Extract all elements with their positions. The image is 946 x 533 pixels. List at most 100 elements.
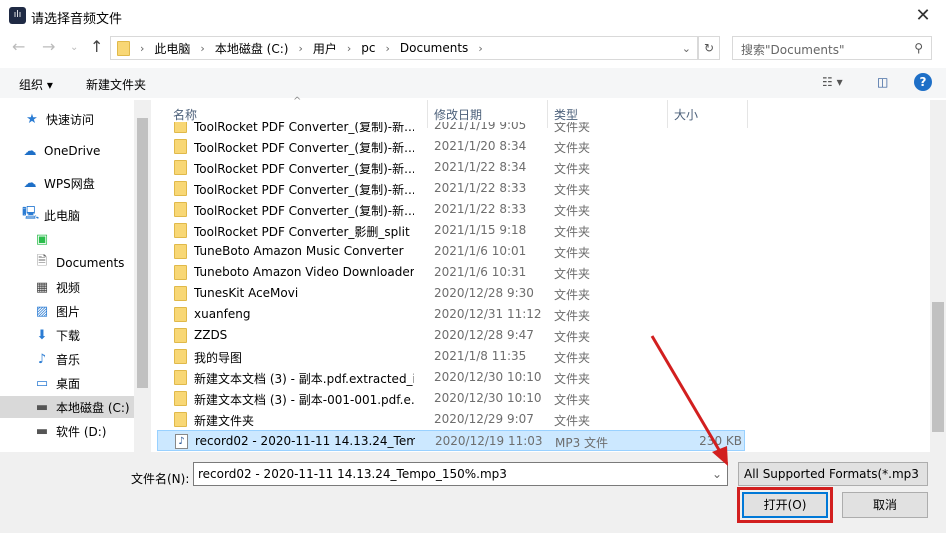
file-row[interactable]: xuanfeng 2020/12/31 11:12 文件夹: [157, 304, 745, 325]
folder-icon: [117, 40, 130, 56]
file-type: 文件夹: [554, 393, 591, 407]
file-name: 新建文件夹: [194, 414, 255, 428]
file-name: ZZDS: [194, 328, 228, 342]
file-row[interactable]: TuneBoto Amazon Music Converter 2021/1/6 …: [157, 241, 745, 262]
up-button[interactable]: ↑: [90, 37, 103, 56]
file-date: 2021/1/22 8:34: [434, 160, 527, 174]
nav-item-label: WPS网盘: [44, 176, 95, 191]
file-type: 文件夹: [554, 414, 591, 428]
app-icon: ılı: [9, 7, 26, 24]
file-row[interactable]: TunesKit AceMovi 2020/12/28 9:30 文件夹: [157, 283, 745, 304]
folder-icon: [174, 349, 187, 364]
nav-item[interactable]: ▣: [0, 228, 134, 250]
file-row[interactable]: ToolRocket PDF Converter_(复制)-新... 2021/1…: [157, 157, 745, 178]
file-row[interactable]: 新建文本文档 (3) - 副本.pdf.extracted_i... 2020/1…: [157, 367, 745, 388]
search-input[interactable]: 搜索"Documents" ⚲: [732, 36, 932, 60]
folder-icon: [174, 328, 187, 343]
file-row[interactable]: ZZDS 2020/12/28 9:47 文件夹: [157, 325, 745, 346]
forward-button[interactable]: →: [42, 37, 55, 56]
folder-icon: [174, 391, 187, 406]
back-button[interactable]: ←: [12, 37, 25, 56]
open-button[interactable]: 打开(O): [737, 487, 833, 523]
nav-scrollbar-thumb[interactable]: [137, 118, 148, 388]
cancel-button[interactable]: 取消: [842, 492, 928, 518]
nav-item[interactable]: ▦ 视频: [0, 276, 134, 298]
breadcrumb-item[interactable]: pc: [361, 41, 375, 55]
file-type: 文件夹: [554, 183, 591, 197]
file-date: 2021/1/22 8:33: [434, 202, 527, 216]
file-type-select[interactable]: All Supported Formats(*.mp3: [738, 462, 928, 486]
breadcrumb-item[interactable]: 本地磁盘 (C:): [215, 40, 289, 57]
view-options-icon[interactable]: ☷ ▾: [822, 75, 843, 89]
breadcrumb-item[interactable]: Documents: [400, 41, 468, 55]
file-type: 文件夹: [554, 288, 591, 302]
file-row[interactable]: ToolRocket PDF Converter_(复制)-新... 2021/1…: [157, 122, 745, 136]
file-row[interactable]: ToolRocket PDF Converter_(复制)-新... 2021/1…: [157, 136, 745, 157]
nav-item[interactable]: ☁ OneDrive: [0, 140, 134, 162]
refresh-button[interactable]: ↻: [698, 36, 720, 60]
recent-dropdown[interactable]: ⌄: [70, 42, 78, 53]
nav-item[interactable]: ▬ 本地磁盘 (C:): [0, 396, 134, 418]
column-name[interactable]: 名称: [173, 106, 197, 123]
file-date: 2020/12/29 9:07: [434, 412, 534, 426]
file-row[interactable]: Tuneboto Amazon Video Downloader 2021/1/6…: [157, 262, 745, 283]
close-button[interactable]: ✕: [900, 0, 946, 32]
breadcrumb-item[interactable]: 此电脑: [154, 40, 190, 57]
nav-item[interactable]: ⬇ 下载: [0, 324, 134, 346]
file-date: 2020/12/28 9:47: [434, 328, 534, 342]
file-row[interactable]: ToolRocket PDF Converter_(复制)-新... 2021/1…: [157, 178, 745, 199]
file-row[interactable]: ToolRocket PDF Converter_(复制)-新... 2021/1…: [157, 199, 745, 220]
desktop-icon: ▭: [35, 375, 49, 391]
nav-item[interactable]: ☁ WPS网盘: [0, 172, 134, 194]
address-bar[interactable]: › 此电脑 › 本地磁盘 (C:) › 用户 › pc › Documents …: [110, 36, 698, 60]
nav-item-label: 桌面: [56, 376, 81, 391]
file-date: 2021/1/22 8:33: [434, 181, 527, 195]
nav-item[interactable]: ▨ 图片: [0, 300, 134, 322]
new-folder-button[interactable]: 新建文件夹: [86, 76, 146, 93]
file-row[interactable]: ToolRocket PDF Converter_影删_split 2021/1/…: [157, 220, 745, 241]
folder-icon: [174, 370, 187, 385]
nav-item-label: 快速访问: [46, 112, 95, 127]
column-size[interactable]: 大小: [674, 106, 698, 123]
nav-item[interactable]: ▬ 软件 (D:): [0, 420, 134, 442]
file-type: 文件夹: [554, 162, 591, 176]
file-row[interactable]: 新建文件夹 2020/12/29 9:07 文件夹: [157, 409, 745, 430]
filename-input[interactable]: record02 - 2020-11-11 14.13.24_Tempo_150…: [193, 462, 728, 486]
column-date[interactable]: 修改日期: [434, 106, 482, 123]
chevron-down-icon[interactable]: ⌄: [682, 42, 691, 55]
nav-item-label: 视频: [56, 280, 81, 295]
file-list-scrollbar-thumb[interactable]: [932, 302, 944, 432]
file-type: 文件夹: [554, 267, 591, 281]
chevron-down-icon[interactable]: ⌄: [712, 467, 722, 481]
file-name: 我的导图: [194, 351, 243, 365]
file-row[interactable]: 我的导图 2021/1/8 11:35 文件夹: [157, 346, 745, 367]
nav-item-label: 此电脑: [44, 208, 81, 223]
nav-item[interactable]: 🗎 Documents: [0, 252, 134, 274]
chevron-right-icon: ›: [140, 41, 145, 55]
breadcrumb-item[interactable]: 用户: [313, 40, 337, 57]
column-type[interactable]: 类型: [554, 106, 578, 123]
file-row[interactable]: ♪ record02 - 2020-11-11 14.13.24_Tem... 20…: [157, 430, 745, 451]
file-date: 2021/1/20 8:34: [434, 139, 527, 153]
help-button[interactable]: ?: [914, 73, 932, 91]
nav-item[interactable]: ♪ 音乐: [0, 348, 134, 370]
folder-icon: [174, 244, 187, 259]
file-name: record02 - 2020-11-11 14.13.24_Tem...: [195, 434, 415, 448]
file-date: 2020/12/19 11:03: [435, 434, 543, 448]
chevron-right-icon: ›: [385, 41, 390, 55]
file-date: 2021/1/8 11:35: [434, 349, 527, 363]
file-name: 新建文本文档 (3) - 副本.pdf.extracted_i...: [194, 372, 414, 386]
window-title: 请选择音频文件: [31, 12, 123, 27]
file-row[interactable]: 新建文本文档 (3) - 副本-001-001.pdf.e... 2020/12/…: [157, 388, 745, 409]
nav-item[interactable]: 🖳 此电脑: [0, 204, 134, 226]
nav-item[interactable]: ▭ 桌面: [0, 372, 134, 394]
nav-item-label: 下载: [56, 328, 81, 343]
cloud-icon: ☁: [23, 143, 37, 159]
preview-pane-icon[interactable]: ◫: [877, 75, 888, 89]
filename-value: record02 - 2020-11-11 14.13.24_Tempo_150…: [198, 467, 507, 481]
chevron-right-icon: ›: [200, 41, 205, 55]
chevron-right-icon: ›: [346, 41, 352, 55]
nav-item[interactable]: ★ 快速访问: [0, 108, 134, 130]
organize-button[interactable]: 组织 ▾: [19, 76, 53, 93]
folder-icon: [174, 412, 187, 427]
